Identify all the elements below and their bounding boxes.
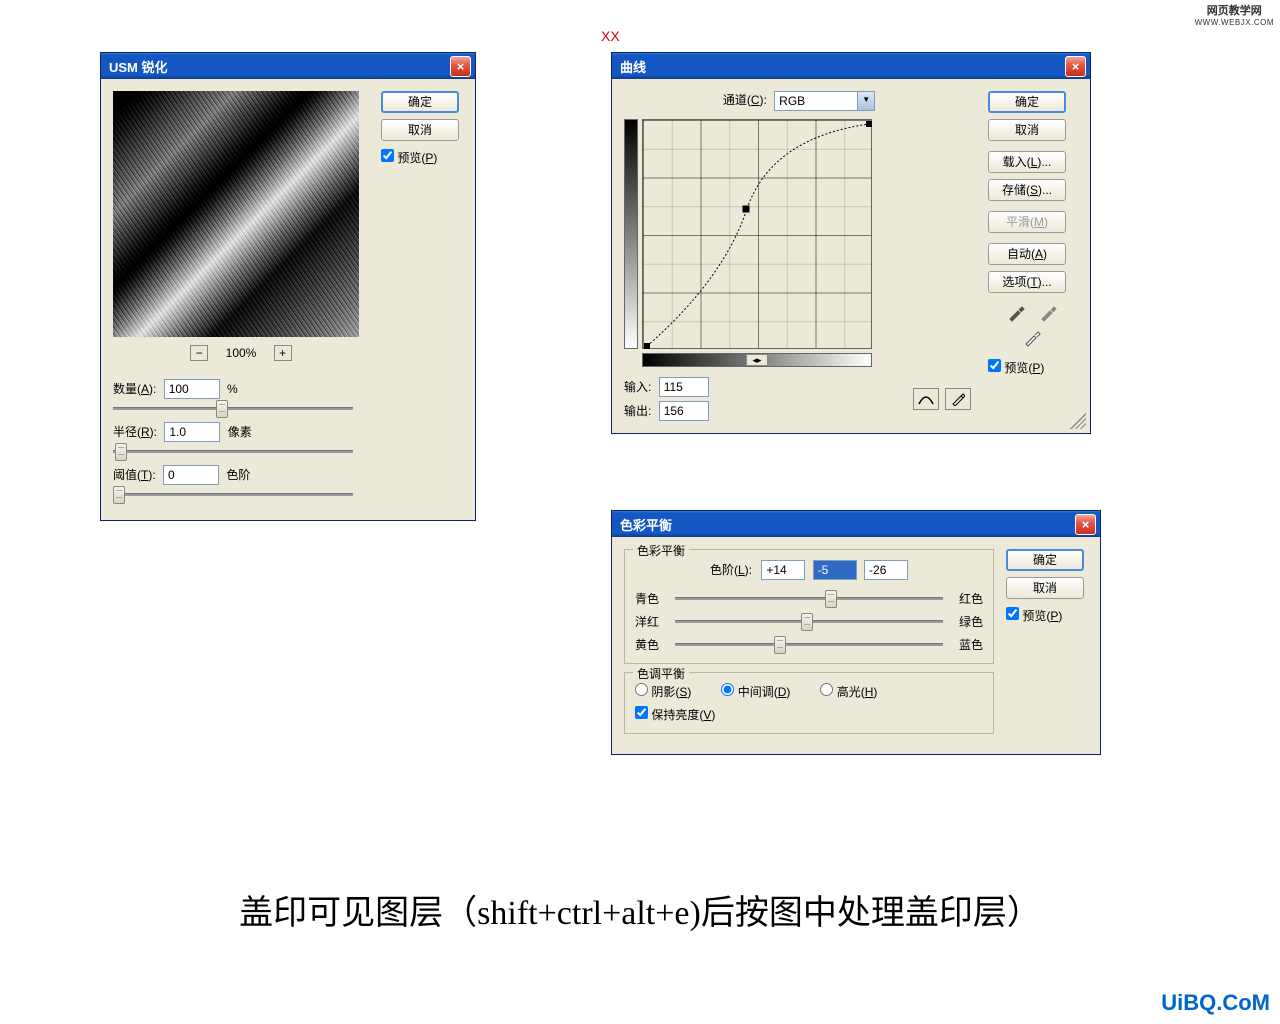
curve-point[interactable]: [742, 205, 749, 212]
cyan-label: 青色: [635, 590, 669, 607]
caption-text: 盖印可见图层（shift+ctrl+alt+e)后按图中处理盖印层）: [0, 885, 1280, 934]
radius-input[interactable]: [164, 422, 220, 442]
close-icon[interactable]: ×: [450, 56, 471, 77]
radius-label: 半径(R):: [113, 425, 157, 439]
preview-checkbox[interactable]: [988, 359, 1001, 372]
blue-label: 蓝色: [949, 636, 983, 653]
amount-unit: %: [227, 382, 238, 396]
preview-checkbox-label[interactable]: 预览(P): [381, 149, 463, 166]
yellow-blue-slider[interactable]: [675, 643, 943, 646]
curves-titlebar[interactable]: 曲线 ×: [612, 53, 1090, 79]
save-button[interactable]: 存储(S)...: [988, 179, 1066, 201]
horizontal-gradient: ◂▸: [642, 353, 872, 367]
ok-button[interactable]: 确定: [988, 91, 1066, 113]
level-yellow-blue[interactable]: [864, 560, 908, 580]
curves-graph[interactable]: [642, 119, 872, 349]
cancel-button[interactable]: 取消: [988, 119, 1066, 141]
color-balance-dialog: 色彩平衡 × 色彩平衡 色阶(L): 青色 红色 洋红 绿色 黄色 蓝色 色调平…: [611, 510, 1101, 755]
xx-marker: XX: [601, 28, 620, 44]
curves-dialog: 曲线 × 通道(C): RGB▼ ◂▸ 输入: 输出:: [611, 52, 1091, 434]
load-button[interactable]: 载入(L)...: [988, 151, 1066, 173]
cancel-button[interactable]: 取消: [1006, 577, 1084, 599]
usm-title: USM 锐化: [109, 57, 168, 76]
curves-title: 曲线: [620, 57, 646, 76]
amount-label: 数量(A):: [113, 382, 156, 396]
level-magenta-green[interactable]: [813, 560, 857, 580]
midtones-radio[interactable]: 中间调(D): [721, 683, 790, 700]
usm-titlebar[interactable]: USM 锐化 ×: [101, 53, 475, 79]
radius-unit: 像素: [228, 425, 252, 439]
threshold-input[interactable]: [163, 465, 219, 485]
magenta-label: 洋红: [635, 613, 669, 630]
curve-tool-icon[interactable]: [913, 388, 939, 410]
usm-preview-image[interactable]: [113, 91, 359, 337]
ok-button[interactable]: 确定: [1006, 549, 1084, 571]
threshold-label: 阈值(T):: [113, 468, 156, 482]
magenta-green-slider[interactable]: [675, 620, 943, 623]
shadows-radio[interactable]: 阴影(S): [635, 683, 691, 700]
eyedropper-group: [988, 301, 1078, 351]
green-label: 绿色: [949, 613, 983, 630]
amount-input[interactable]: [164, 379, 220, 399]
close-icon[interactable]: ×: [1065, 56, 1086, 77]
highlights-radio[interactable]: 高光(H): [820, 683, 877, 700]
cancel-button[interactable]: 取消: [381, 119, 459, 141]
close-icon[interactable]: ×: [1075, 514, 1096, 535]
threshold-slider[interactable]: [113, 493, 353, 496]
color-balance-group: 色彩平衡 色阶(L): 青色 红色 洋红 绿色 黄色 蓝色: [624, 549, 994, 664]
eyedropper-gray-icon[interactable]: [1038, 301, 1060, 323]
output-label: 输出:: [624, 404, 651, 418]
input-label: 输入:: [624, 380, 651, 394]
top-watermark: 网页教学网WWW.WEBJX.COM: [1195, 2, 1274, 27]
curves-output-value[interactable]: [659, 401, 709, 421]
options-button[interactable]: 选项(T)...: [988, 271, 1066, 293]
preview-checkbox[interactable]: [1006, 607, 1019, 620]
gradient-flip-icon[interactable]: ◂▸: [746, 354, 768, 366]
colorbal-title: 色彩平衡: [620, 515, 672, 534]
curves-input-value[interactable]: [659, 377, 709, 397]
chevron-down-icon[interactable]: ▼: [857, 92, 874, 110]
preserve-luminosity-checkbox[interactable]: 保持亮度(V): [635, 706, 983, 723]
resize-grip-icon[interactable]: [1070, 413, 1086, 429]
ok-button[interactable]: 确定: [381, 91, 459, 113]
yellow-label: 黄色: [635, 636, 669, 653]
pencil-tool-icon[interactable]: [945, 388, 971, 410]
levels-label: 色阶(L):: [710, 563, 752, 577]
colorbal-titlebar[interactable]: 色彩平衡 ×: [612, 511, 1100, 537]
eyedropper-black-icon[interactable]: [1006, 301, 1028, 323]
channel-label: 通道(C):: [723, 93, 767, 107]
eyedropper-white-icon[interactable]: [1022, 326, 1044, 348]
auto-button[interactable]: 自动(A): [988, 243, 1066, 265]
red-label: 红色: [949, 590, 983, 607]
zoom-percent: 100%: [226, 346, 257, 360]
zoom-out-button[interactable]: −: [190, 345, 208, 361]
threshold-unit: 色阶: [226, 468, 250, 482]
amount-slider[interactable]: [113, 407, 353, 410]
vertical-gradient: [624, 119, 638, 349]
tone-balance-group: 色调平衡 阴影(S) 中间调(D) 高光(H) 保持亮度(V): [624, 672, 994, 734]
level-cyan-red[interactable]: [761, 560, 805, 580]
cyan-red-slider[interactable]: [675, 597, 943, 600]
smooth-button: 平滑(M): [988, 211, 1066, 233]
radius-slider[interactable]: [113, 450, 353, 453]
preview-checkbox-label[interactable]: 预览(P): [1006, 607, 1088, 624]
channel-select[interactable]: RGB▼: [774, 91, 875, 111]
zoom-in-button[interactable]: +: [274, 345, 292, 361]
bottom-watermark: UiBQ.CoM: [1161, 990, 1270, 1016]
usm-sharpen-dialog: USM 锐化 × − 100% + 确定 取消 预览(P) 数量(A): % 半…: [100, 52, 476, 521]
preview-checkbox[interactable]: [381, 149, 394, 162]
preview-checkbox-label[interactable]: 预览(P): [988, 359, 1078, 376]
